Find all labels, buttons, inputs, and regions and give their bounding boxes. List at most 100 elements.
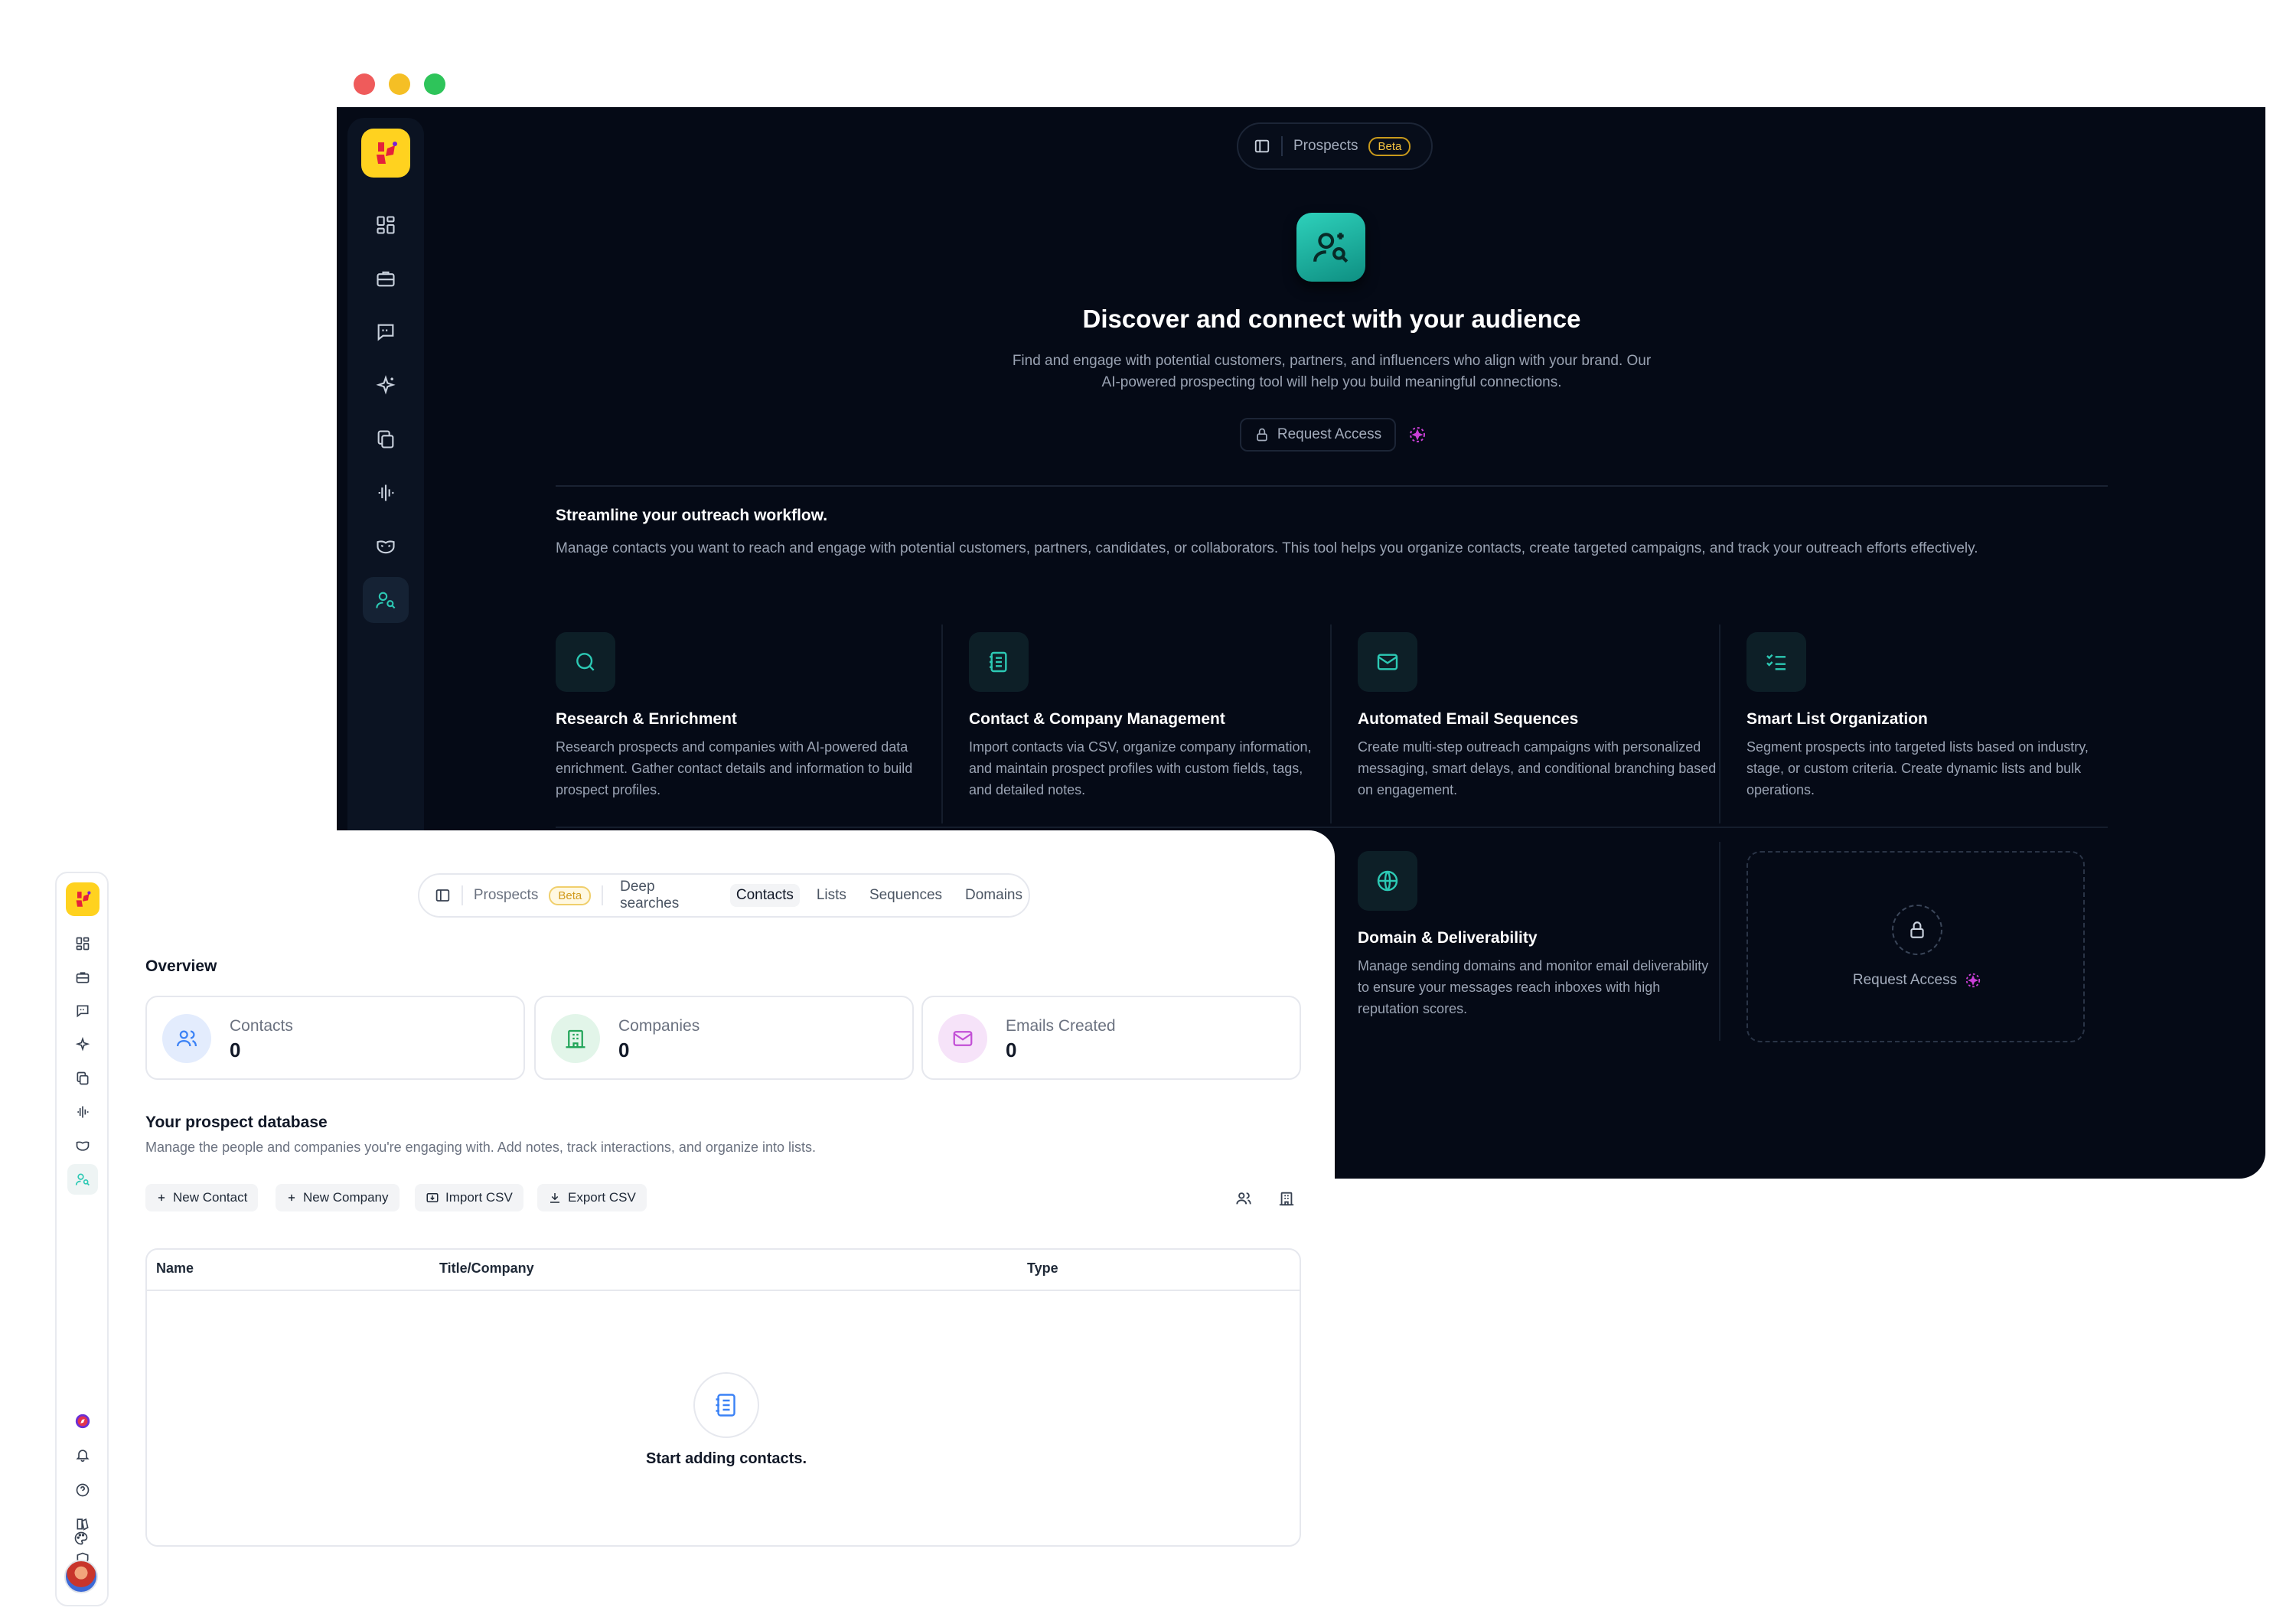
divider — [1719, 842, 1720, 1041]
divider — [461, 885, 463, 905]
briefcase-icon[interactable] — [363, 256, 409, 302]
people-view-icon[interactable] — [1232, 1187, 1255, 1210]
stat-label: Emails Created — [1006, 1017, 1116, 1035]
dark-window-close-dot[interactable] — [354, 73, 375, 95]
feature-title: Automated Email Sequences — [1358, 710, 1579, 728]
locked-feature-card[interactable]: Request Access — [1746, 851, 2085, 1042]
breadcrumb-prospects[interactable]: Prospects — [474, 887, 538, 904]
stat-card-emails-created: Emails Created 0 — [921, 996, 1301, 1080]
request-access-label: Request Access — [1852, 972, 1958, 988]
building-icon — [551, 1014, 600, 1063]
feature-contact-company-management: Contact & Company Management Import cont… — [969, 632, 1329, 801]
download-icon — [550, 1193, 559, 1203]
sparkle-badge-icon — [1965, 973, 1981, 988]
tab-sequences[interactable]: Sequences — [863, 884, 948, 907]
new-company-button[interactable]: New Company — [276, 1184, 400, 1211]
import-icon — [426, 1193, 439, 1202]
column-header-type[interactable]: Type — [1027, 1260, 1058, 1277]
feature-description: Create multi-step outreach campaigns wit… — [1358, 739, 1717, 797]
section-description: Manage contacts you want to reach and en… — [556, 540, 1978, 556]
divider — [1330, 624, 1332, 823]
button-label: New Contact — [173, 1190, 248, 1205]
dark-window-maximize-dot[interactable] — [424, 73, 445, 95]
export-csv-button[interactable]: Export CSV — [537, 1184, 647, 1211]
mail-icon — [1358, 632, 1417, 692]
database-title: Your prospect database — [145, 1114, 328, 1131]
feature-domain-deliverability: Domain & Deliverability Manage sending d… — [1358, 851, 1717, 1019]
hero-description: Find and engage with potential customers… — [964, 351, 1699, 393]
feature-title: Smart List Organization — [1746, 710, 1928, 728]
section-title: Streamline your outreach workflow. — [556, 507, 828, 524]
tab-domains[interactable]: Domains — [959, 884, 1029, 907]
sidebar-toggle-icon[interactable] — [1254, 138, 1270, 155]
lock-icon — [1257, 428, 1267, 442]
divider — [556, 485, 2108, 487]
column-header-title-company[interactable]: Title/Company — [439, 1260, 534, 1277]
prospects-hero-icon — [1296, 213, 1365, 282]
contacts-table: Name Title/Company Type Start adding con… — [145, 1248, 1301, 1547]
request-access-button[interactable]: Request Access — [1240, 418, 1396, 452]
waveform-icon[interactable] — [363, 470, 409, 516]
company-view-icon[interactable] — [1275, 1187, 1298, 1210]
hero-title: Discover and connect with your audience — [1082, 305, 1581, 333]
tab-contacts[interactable]: Contacts — [729, 884, 800, 907]
stat-value: 0 — [1006, 1039, 1017, 1061]
hero-desc-line-1: Find and engage with potential customers… — [1012, 353, 1652, 369]
notebook-icon — [969, 632, 1029, 692]
divider — [941, 624, 943, 823]
new-contact-button[interactable]: New Contact — [145, 1184, 259, 1211]
dark-window-minimize-dot[interactable] — [389, 73, 410, 95]
mask-icon[interactable] — [363, 523, 409, 569]
stat-card-contacts: Contacts 0 — [145, 996, 525, 1080]
stat-card-companies: Companies 0 — [534, 996, 914, 1080]
request-access-link[interactable]: Request Access — [1748, 972, 2086, 989]
users-icon — [162, 1014, 211, 1063]
prospects-nav-icon[interactable] — [363, 577, 409, 623]
copy-icon[interactable] — [363, 416, 409, 462]
feature-automated-email-sequences: Automated Email Sequences Create multi-s… — [1358, 632, 1717, 801]
chat-icon[interactable] — [363, 309, 409, 355]
stat-label: Contacts — [230, 1017, 293, 1035]
sidebar-toggle-icon[interactable] — [435, 887, 451, 904]
hero-desc-line-2: AI-powered prospecting tool will help yo… — [1101, 374, 1562, 390]
beta-badge: Beta — [549, 885, 592, 905]
feature-research-enrichment: Research & Enrichment Research prospects… — [556, 632, 915, 801]
divider — [1719, 624, 1720, 823]
sparkles-icon[interactable] — [363, 363, 409, 409]
feature-smart-list-organization: Smart List Organization Segment prospect… — [1746, 632, 2106, 801]
plus-icon — [158, 1194, 165, 1202]
stat-value: 0 — [230, 1039, 241, 1061]
dark-top-nav: Prospects Beta — [1237, 122, 1433, 170]
feature-description: Research prospects and companies with AI… — [556, 739, 913, 797]
tab-deep-searches[interactable]: Deep searches — [614, 876, 719, 915]
tab-lists[interactable]: Lists — [810, 884, 853, 907]
button-label: New Company — [303, 1190, 389, 1205]
divider — [1281, 136, 1283, 156]
sparkle-badge-icon — [1410, 427, 1425, 442]
app-logo[interactable] — [361, 129, 410, 178]
feature-description: Segment prospects into targeted lists ba… — [1746, 739, 2089, 797]
feature-title: Contact & Company Management — [969, 710, 1225, 728]
light-main: Prospects Beta Deep searches Contacts Li… — [55, 830, 1335, 1624]
dashboard-icon[interactable] — [363, 202, 409, 248]
checklist-icon — [1746, 632, 1806, 692]
feature-title: Domain & Deliverability — [1358, 929, 1538, 947]
column-header-name[interactable]: Name — [156, 1260, 194, 1277]
breadcrumb-prospects[interactable]: Prospects — [1293, 138, 1358, 155]
feature-title: Research & Enrichment — [556, 710, 737, 728]
divider — [556, 827, 2108, 828]
mail-icon — [938, 1014, 987, 1063]
feature-description: Manage sending domains and monitor email… — [1358, 958, 1709, 1016]
request-access-label: Request Access — [1277, 426, 1382, 442]
import-csv-button[interactable]: Import CSV — [415, 1184, 523, 1211]
button-label: Import CSV — [445, 1190, 513, 1205]
light-top-nav: Prospects Beta Deep searches Contacts Li… — [418, 873, 1030, 918]
database-description: Manage the people and companies you're e… — [145, 1140, 816, 1155]
overview-title: Overview — [145, 957, 217, 975]
stat-label: Companies — [618, 1017, 700, 1035]
stat-value: 0 — [618, 1039, 630, 1061]
empty-state-label: Start adding contacts. — [645, 1450, 807, 1467]
lock-icon — [1892, 905, 1942, 955]
button-label: Export CSV — [568, 1190, 636, 1205]
plus-icon — [288, 1194, 295, 1202]
